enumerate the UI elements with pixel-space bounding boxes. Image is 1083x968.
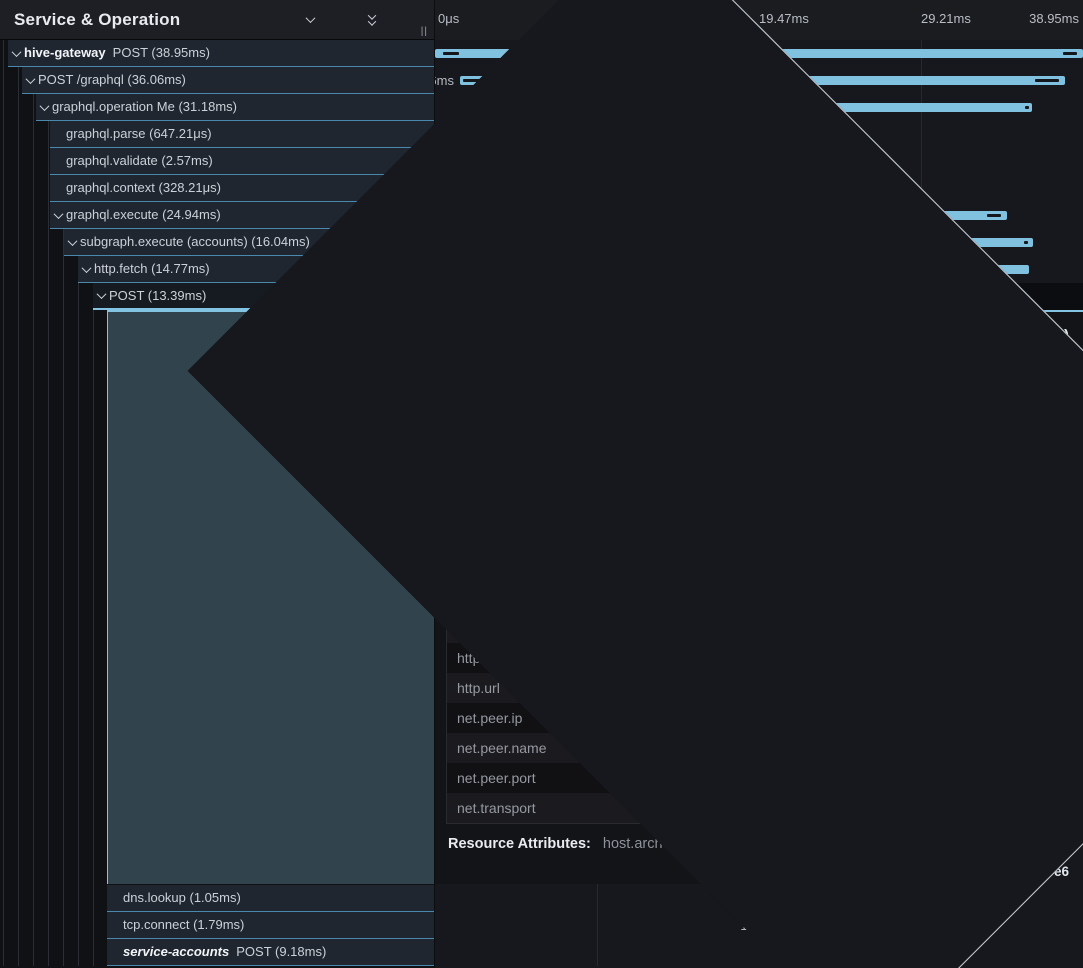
bar-mark bbox=[443, 52, 459, 55]
span-label: graphql.parse (647.21μs) bbox=[66, 121, 212, 147]
span-label: graphql.validate (2.57ms) bbox=[66, 148, 213, 174]
timeline-tick-label: 38.95ms bbox=[1029, 11, 1079, 26]
double-chevron-right-icon[interactable] bbox=[396, 13, 410, 27]
chevron-down-icon[interactable] bbox=[64, 239, 80, 246]
span-label: tcp.connect (1.79ms) bbox=[123, 912, 244, 938]
timeline-tick-label: 19.47ms bbox=[759, 11, 809, 26]
bar-mark bbox=[1024, 241, 1028, 244]
bar-mark bbox=[1035, 79, 1059, 82]
span-label: POST (13.39ms) bbox=[109, 283, 206, 309]
bar-mark bbox=[987, 214, 1001, 217]
span-label: POST /graphql (36.06ms) bbox=[38, 67, 186, 93]
span-label: graphql.context (328.21μs) bbox=[66, 175, 221, 201]
attribute-key: net.peer.port bbox=[457, 770, 536, 786]
tree-header: Service & Operation || bbox=[0, 0, 434, 40]
bar-duration-label: 36.06ms bbox=[435, 67, 454, 94]
chevron-down-icon[interactable] bbox=[8, 50, 24, 57]
span-label: POST (38.95ms) bbox=[113, 40, 210, 66]
double-chevron-down-icon[interactable] bbox=[365, 13, 379, 27]
span-label: dns.lookup (1.05ms) bbox=[123, 885, 241, 911]
chevron-down-icon[interactable] bbox=[93, 292, 109, 299]
attribute-key: net.peer.name bbox=[457, 740, 547, 756]
span-label: subgraph.execute (accounts) (16.04ms) bbox=[80, 229, 310, 255]
service-name: hive-gateway bbox=[24, 40, 106, 66]
span-row[interactable]: tcp.connect (1.79ms) bbox=[107, 912, 434, 939]
attribute-key: net.peer.ip bbox=[457, 710, 522, 726]
attribute-key: net.transport bbox=[457, 800, 536, 816]
span-label: http.fetch (14.77ms) bbox=[94, 256, 210, 282]
timeline-tick-label: 0μs bbox=[438, 11, 459, 26]
span-label: graphql.operation Me (31.18ms) bbox=[52, 94, 237, 120]
chevron-down-icon[interactable] bbox=[22, 77, 38, 84]
attribute-key: http.url bbox=[457, 680, 500, 696]
chevron-down-icon[interactable] bbox=[36, 104, 52, 111]
span-row[interactable]: graphql.operation Me (31.18ms) bbox=[36, 94, 434, 121]
bar-mark bbox=[1025, 106, 1029, 109]
span-row[interactable]: graphql.parse (647.21μs) bbox=[50, 121, 434, 148]
resource-key: host.arch bbox=[603, 836, 663, 852]
span-row[interactable]: hive-gateway POST (38.95ms) bbox=[8, 40, 434, 67]
trace-viewer: Service & Operation || hive-gatewayPOST … bbox=[0, 0, 1083, 968]
chevron-down-icon[interactable] bbox=[303, 13, 317, 27]
span-tree-panel: Service & Operation || hive-gatewayPOST … bbox=[0, 0, 434, 968]
tree-header-title: Service & Operation bbox=[14, 10, 180, 30]
span-row[interactable]: dns.lookup (1.05ms) bbox=[107, 885, 434, 912]
span-row[interactable]: POST /graphql (36.06ms) bbox=[22, 67, 434, 94]
bar-mark bbox=[1063, 52, 1077, 55]
panel-resize-grip[interactable]: || bbox=[421, 26, 428, 37]
span-label: graphql.execute (24.94ms) bbox=[66, 202, 221, 228]
resource-attributes-title: Resource Attributes: bbox=[448, 836, 591, 852]
span-row[interactable]: graphql.validate (2.57ms) bbox=[50, 148, 434, 175]
service-name: service-accounts bbox=[123, 939, 229, 965]
span-row[interactable]: service-accounts POST (9.18ms) bbox=[107, 939, 434, 966]
chevron-right-icon[interactable] bbox=[334, 13, 348, 27]
chevron-down-icon[interactable] bbox=[50, 212, 66, 219]
span-label: POST (9.18ms) bbox=[236, 939, 326, 965]
timeline-tick-label: 29.21ms bbox=[921, 11, 971, 26]
chevron-down-icon[interactable] bbox=[78, 266, 94, 273]
span-tree-children: dns.lookup (1.05ms)tcp.connect (1.79ms)s… bbox=[0, 884, 434, 966]
